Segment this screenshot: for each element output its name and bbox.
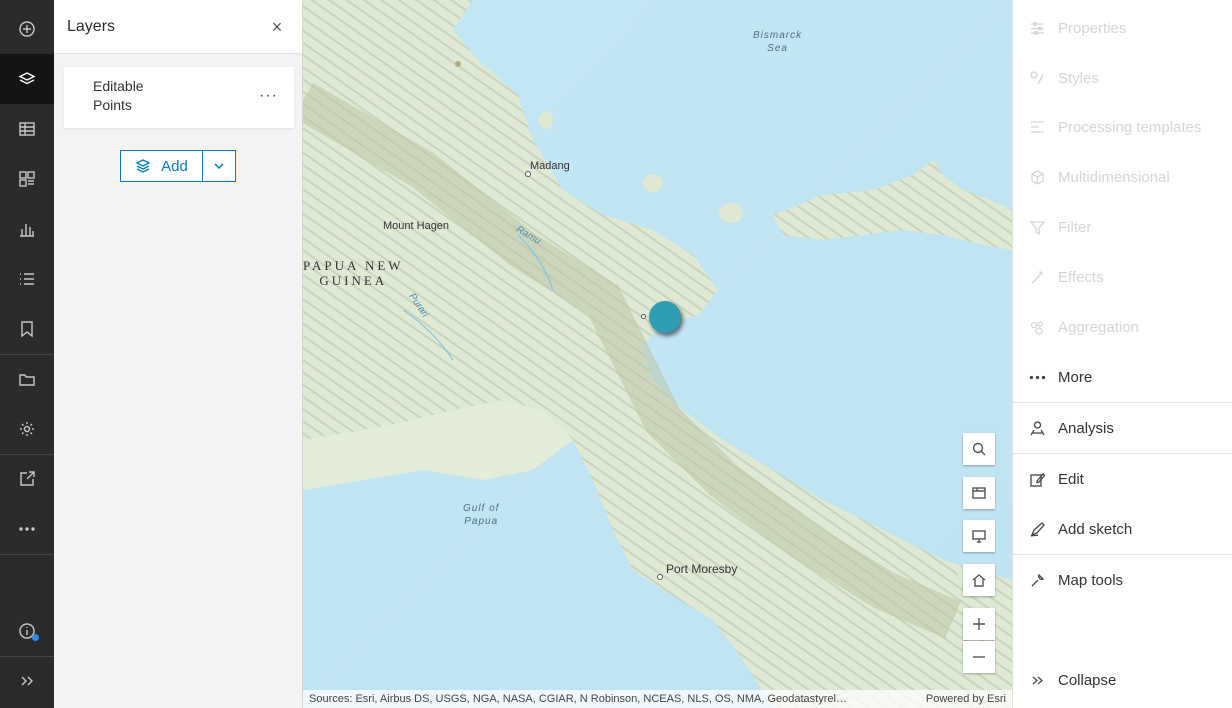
zoom-out-button[interactable] xyxy=(963,641,995,673)
list-icon[interactable] xyxy=(0,254,54,304)
label-gulf-of-papua: Gulf of Papua xyxy=(463,503,500,527)
layer-options-icon[interactable]: ··· xyxy=(259,87,278,105)
multidimensional-label: Multidimensional xyxy=(1058,168,1170,186)
map-attribution: Sources: Esri, Airbus DS, USGS, NGA, NAS… xyxy=(303,690,1012,708)
city-marker xyxy=(641,314,646,319)
basemap-icon xyxy=(972,487,986,499)
filter-label: Filter xyxy=(1058,218,1092,236)
more-icon xyxy=(1029,375,1046,379)
styles-label: Styles xyxy=(1058,69,1099,87)
effects-icon xyxy=(1031,270,1043,283)
add-dropdown-button[interactable] xyxy=(203,151,235,181)
search-button[interactable] xyxy=(963,433,995,465)
notification-badge xyxy=(32,634,39,641)
properties-button[interactable]: Properties xyxy=(1013,4,1232,52)
add-button-label: Add xyxy=(161,157,188,175)
layers-icon[interactable] xyxy=(0,54,54,104)
collapse-button[interactable]: Collapse xyxy=(1013,656,1232,704)
bookmark-icon[interactable] xyxy=(0,304,54,354)
label-bismarck-sea: Bismarck Sea xyxy=(753,30,803,54)
close-icon[interactable]: × xyxy=(268,18,286,36)
aggregation-button[interactable]: Aggregation xyxy=(1013,303,1232,351)
multidimensional-button[interactable]: Multidimensional xyxy=(1013,153,1232,201)
chevron-down-icon xyxy=(214,163,224,170)
add-layer-button[interactable]: Add xyxy=(121,151,203,181)
add-icon[interactable] xyxy=(0,4,54,54)
processing-templates-label: Processing templates xyxy=(1058,118,1202,136)
analysis-button[interactable]: Analysis xyxy=(1013,404,1232,452)
layer-name: Editable Points xyxy=(93,78,144,113)
search-icon xyxy=(972,442,986,456)
charts-icon[interactable] xyxy=(0,204,54,254)
layers-add-icon xyxy=(135,159,151,173)
layers-panel: Layers × Editable Points ··· Add xyxy=(54,0,303,708)
table-icon[interactable] xyxy=(0,104,54,154)
label-port-moresby: Port Moresby xyxy=(666,562,738,576)
panel-title: Layers xyxy=(67,17,116,35)
label-mount-hagen: Mount Hagen xyxy=(383,220,450,232)
collapse-label: Collapse xyxy=(1058,671,1117,689)
legend-icon[interactable] xyxy=(0,154,54,204)
map-tools-button[interactable]: Map tools xyxy=(1013,556,1232,604)
basemap xyxy=(303,0,1012,708)
sketch-icon xyxy=(1030,521,1045,537)
collapse-icon xyxy=(1032,676,1043,684)
attribution-sources[interactable]: Sources: Esri, Airbus DS, USGS, NGA, NAS… xyxy=(309,693,914,705)
label-country: PAPUA NEW GUINEA xyxy=(303,258,404,288)
properties-icon xyxy=(1031,21,1044,35)
more-icon[interactable] xyxy=(0,504,54,554)
styles-button[interactable]: Styles xyxy=(1013,54,1232,102)
add-sketch-button[interactable]: Add sketch xyxy=(1013,505,1232,553)
panel-header: Layers xyxy=(54,0,302,54)
folder-icon[interactable] xyxy=(0,354,54,404)
analysis-icon xyxy=(1030,420,1045,435)
aggregation-icon xyxy=(1030,320,1043,335)
info-icon[interactable] xyxy=(0,606,54,656)
left-action-bar xyxy=(0,0,54,708)
edit-button[interactable]: Edit xyxy=(1013,455,1232,503)
processing-templates-button[interactable]: Processing templates xyxy=(1013,103,1232,151)
zoom-in-button[interactable] xyxy=(963,608,995,640)
filter-icon xyxy=(1029,220,1046,235)
settings-panel: Properties Styles Processing templates M… xyxy=(1012,0,1232,708)
add-sketch-label: Add sketch xyxy=(1058,520,1133,538)
fullscreen-button[interactable] xyxy=(963,520,995,552)
monitor-icon xyxy=(972,530,986,543)
more-label: More xyxy=(1058,368,1093,386)
effects-button[interactable]: Effects xyxy=(1013,253,1232,301)
plus-icon xyxy=(973,618,985,630)
properties-label: Properties xyxy=(1058,19,1127,37)
edit-icon xyxy=(1030,472,1046,487)
map-view[interactable]: Bismarck Sea Madang Mount Hagen PAPUA NEW… xyxy=(303,0,1012,708)
effects-label: Effects xyxy=(1058,268,1104,286)
wrench-icon xyxy=(1031,573,1045,586)
more-button[interactable]: More xyxy=(1013,353,1232,401)
add-layer-split-button: Add xyxy=(120,150,236,182)
expand-icon[interactable] xyxy=(0,656,54,706)
share-icon[interactable] xyxy=(0,454,54,504)
aggregation-label: Aggregation xyxy=(1058,318,1139,336)
multidimensional-icon xyxy=(1031,169,1044,185)
styles-icon xyxy=(1030,70,1044,84)
map-tools-label: Map tools xyxy=(1058,571,1124,589)
analysis-label: Analysis xyxy=(1058,419,1114,437)
label-madang: Madang xyxy=(530,160,570,172)
layer-item[interactable]: Editable Points ··· xyxy=(64,67,294,128)
map-feature-point[interactable] xyxy=(649,301,681,333)
home-button[interactable] xyxy=(963,564,995,596)
attribution-powered-by[interactable]: Powered by Esri xyxy=(926,693,1006,705)
processing-templates-icon xyxy=(1031,120,1044,133)
city-marker xyxy=(657,574,663,580)
settings-icon[interactable] xyxy=(0,404,54,454)
edit-label: Edit xyxy=(1058,470,1084,488)
basemap-gallery-button[interactable] xyxy=(963,477,995,509)
filter-button[interactable]: Filter xyxy=(1013,203,1232,251)
minus-icon xyxy=(973,656,985,658)
app-window: Layers × Editable Points ··· Add Bismarc… xyxy=(0,0,1232,708)
home-icon xyxy=(972,574,986,587)
